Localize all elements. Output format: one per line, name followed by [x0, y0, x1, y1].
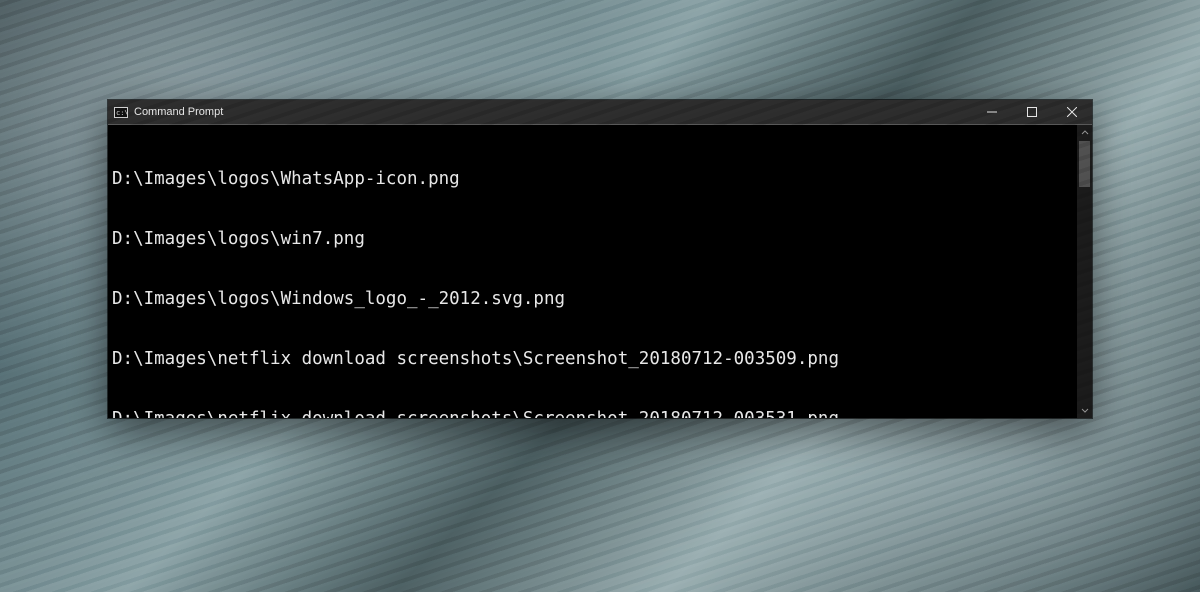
- maximize-icon: [1027, 107, 1037, 117]
- client-area: D:\Images\logos\WhatsApp-icon.png D:\Ima…: [108, 124, 1092, 418]
- scroll-up-button[interactable]: [1077, 125, 1092, 141]
- minimize-button[interactable]: [972, 100, 1012, 124]
- minimize-icon: [987, 107, 997, 117]
- scroll-track[interactable]: [1077, 141, 1092, 402]
- scroll-down-button[interactable]: [1077, 402, 1092, 418]
- terminal-output[interactable]: D:\Images\logos\WhatsApp-icon.png D:\Ima…: [108, 125, 1077, 418]
- scroll-thumb[interactable]: [1079, 141, 1090, 187]
- titlebar[interactable]: c:\ Command Prompt: [108, 100, 1092, 124]
- output-line: D:\Images\logos\win7.png: [112, 229, 1071, 249]
- output-line: D:\Images\logos\WhatsApp-icon.png: [112, 169, 1071, 189]
- svg-text:c:\: c:\: [116, 109, 128, 117]
- maximize-button[interactable]: [1012, 100, 1052, 124]
- command-prompt-window: c:\ Command Prompt D:\Images\logos\Whats…: [108, 100, 1092, 418]
- chevron-down-icon: [1081, 406, 1089, 414]
- vertical-scrollbar[interactable]: [1077, 125, 1092, 418]
- close-button[interactable]: [1052, 100, 1092, 124]
- chevron-up-icon: [1081, 129, 1089, 137]
- close-icon: [1067, 107, 1077, 117]
- cmd-app-icon: c:\: [114, 106, 128, 118]
- output-line: D:\Images\netflix download screenshots\S…: [112, 409, 1071, 418]
- window-title: Command Prompt: [134, 106, 223, 118]
- output-line: D:\Images\logos\Windows_logo_-_2012.svg.…: [112, 289, 1071, 309]
- output-line: D:\Images\netflix download screenshots\S…: [112, 349, 1071, 369]
